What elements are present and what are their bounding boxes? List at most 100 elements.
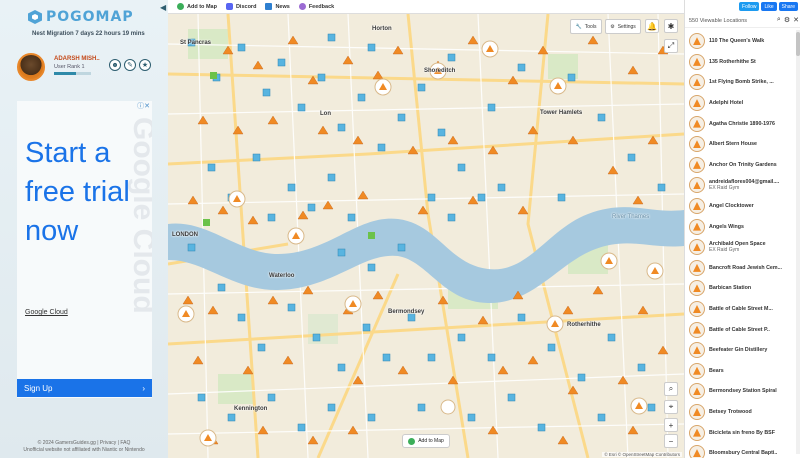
- location-item[interactable]: Barbican Station: [685, 278, 797, 299]
- app-name: POGOMAP: [46, 9, 134, 25]
- location-name: Barbican Station: [709, 285, 752, 292]
- location-item[interactable]: andreidaflores004@gmail.... EX Raid Gym: [685, 175, 797, 196]
- footer-links[interactable]: © 2024 GamersGuides.gg | Privacy | FAQ: [0, 440, 168, 446]
- locations-list: 110 The Queen's Walk 135 Rotherhithe St 1s…: [685, 31, 797, 458]
- map-search-button[interactable]: ⌕: [664, 382, 678, 396]
- plus-icon: +: [668, 420, 674, 430]
- tools-button-label: Tools: [584, 23, 597, 30]
- location-item[interactable]: 135 Rotherhithe St: [685, 52, 797, 73]
- location-text: andreidaflores004@gmail.... EX Raid Gym: [709, 179, 779, 191]
- location-item[interactable]: Angel Clocktower: [685, 196, 797, 217]
- location-name: 110 The Queen's Walk: [709, 38, 765, 45]
- gym-icon: [689, 280, 705, 297]
- zoom-in-button[interactable]: +: [664, 418, 678, 432]
- location-item[interactable]: Angels Wings: [685, 216, 797, 237]
- gym-icon: [689, 177, 705, 194]
- news-icon: [265, 3, 273, 10]
- tools-icon[interactable]: ✎: [124, 59, 136, 71]
- close-icon[interactable]: ✕: [793, 16, 799, 24]
- gym-icon: [689, 383, 705, 400]
- location-name: Battle of Cable Street M...: [709, 306, 773, 313]
- gear-icon[interactable]: ⚙: [784, 16, 790, 24]
- locations-scrollbar[interactable]: [796, 30, 800, 454]
- logo-hex-icon: [28, 10, 42, 24]
- locations-panel: Follow Like Share 550 Viewable Locations…: [684, 0, 800, 458]
- location-text: Angel Clocktower: [709, 203, 754, 209]
- location-text: Angels Wings: [709, 224, 744, 230]
- location-text: Betsey Trotwood: [709, 409, 752, 415]
- feedback-icon: [298, 3, 306, 10]
- ad-signup-button[interactable]: Sign Up ›: [17, 379, 152, 397]
- location-text: Bermondsey Station Spiral: [709, 388, 777, 394]
- ad-brand[interactable]: Google Cloud: [25, 309, 68, 316]
- nav-add-to-map-label: Add to Map: [187, 3, 217, 10]
- chevron-right-icon: ›: [142, 383, 145, 393]
- ad-headline[interactable]: Start a free trial now: [25, 134, 135, 251]
- location-item[interactable]: Battle of Cable Street P..: [685, 319, 797, 340]
- gym-icon: [689, 53, 705, 70]
- star-icon[interactable]: ★: [139, 59, 151, 71]
- map-place-label: LONDON: [172, 232, 198, 238]
- user-avatar[interactable]: [17, 53, 45, 81]
- location-item[interactable]: Bears: [685, 361, 797, 382]
- location-text: Bicicleta sin freno By BSF: [709, 430, 775, 436]
- location-text: 135 Rotherhithe St: [709, 59, 756, 65]
- location-item[interactable]: Bloomsbury Central Bapti..: [685, 443, 797, 458]
- location-item[interactable]: Beefeater Gin Distillery: [685, 340, 797, 361]
- ad-close-icon[interactable]: ⓘ✕: [137, 101, 150, 111]
- location-item[interactable]: Anchor On Trinity Gardens: [685, 155, 797, 176]
- location-text: Archibald Open Space EX Raid Gym: [709, 241, 766, 253]
- settings-button[interactable]: ⚙ Settings: [605, 19, 641, 34]
- location-item[interactable]: Bermondsey Station Spiral: [685, 381, 797, 402]
- app-logo[interactable]: POGOMAP: [28, 9, 134, 25]
- nest-migration-timer: Nest Migration 7 days 22 hours 19 mins: [32, 31, 145, 37]
- location-text: 1st Flying Bomb Strike, ...: [709, 79, 774, 85]
- settings-button-label: Settings: [617, 23, 636, 30]
- map-place-label: River Thames: [612, 214, 650, 220]
- wrench-icon: 🔧: [575, 23, 582, 30]
- advertisement[interactable]: ⓘ✕ Google Cloud Start a free trial now G…: [17, 101, 152, 398]
- nav-add-to-map[interactable]: Add to Map: [177, 3, 217, 10]
- locate-button[interactable]: ⌖: [664, 400, 678, 414]
- location-subtitle: EX Raid Gym: [709, 247, 740, 254]
- layers-button[interactable]: ✱: [664, 19, 678, 33]
- location-text: Anchor On Trinity Gardens: [709, 162, 777, 168]
- user-name[interactable]: ADARSH MISH..: [54, 56, 100, 62]
- location-item[interactable]: Archibald Open Space EX Raid Gym: [685, 237, 797, 258]
- facebook-share-button[interactable]: Share: [778, 2, 798, 11]
- location-item[interactable]: Battle of Cable Street M...: [685, 299, 797, 320]
- location-item[interactable]: 1st Flying Bomb Strike, ...: [685, 72, 797, 93]
- location-item[interactable]: Albert Stern House: [685, 134, 797, 155]
- minus-icon: −: [668, 436, 674, 446]
- location-item[interactable]: 110 The Queen's Walk: [685, 31, 797, 52]
- notifications-button[interactable]: 🔔: [645, 19, 659, 33]
- add-to-map-button[interactable]: Add to Map: [402, 434, 450, 448]
- location-text: Albert Stern House: [709, 141, 757, 147]
- nav-discord[interactable]: Discord: [225, 3, 256, 10]
- profile-icon[interactable]: ☻: [109, 59, 121, 71]
- scrollbar-thumb[interactable]: [796, 32, 800, 56]
- top-nav: Add to Map Discord News Feedback: [168, 0, 684, 14]
- zoom-out-button[interactable]: −: [664, 434, 678, 448]
- location-item[interactable]: Bancroft Road Jewish Cem...: [685, 258, 797, 279]
- location-item[interactable]: Betsey Trotwood: [685, 402, 797, 423]
- map-base-layer: [168, 14, 684, 458]
- nav-feedback[interactable]: Feedback: [298, 3, 334, 10]
- gym-icon: [689, 403, 705, 420]
- bell-icon: 🔔: [647, 21, 657, 31]
- facebook-like-button[interactable]: Like: [761, 2, 777, 11]
- gym-icon: [689, 301, 705, 318]
- tools-button[interactable]: 🔧 Tools: [570, 19, 602, 34]
- twitter-follow-button[interactable]: Follow: [739, 2, 760, 11]
- location-item[interactable]: Bicicleta sin freno By BSF: [685, 422, 797, 443]
- search-icon[interactable]: ⌕: [777, 16, 781, 24]
- map-canvas[interactable]: Horton St Pancras Shoreditch Lon Tower H…: [168, 14, 684, 458]
- nav-news-label: News: [275, 3, 290, 10]
- location-item[interactable]: Adelphi Hotel: [685, 93, 797, 114]
- fullscreen-button[interactable]: ⤢: [664, 39, 678, 53]
- collapse-sidebar-icon[interactable]: ◀: [160, 3, 166, 12]
- gym-icon: [689, 239, 705, 256]
- expand-icon: ⤢: [667, 41, 675, 50]
- location-item[interactable]: Agatha Christie 1890-1976: [685, 113, 797, 134]
- nav-news[interactable]: News: [265, 3, 290, 10]
